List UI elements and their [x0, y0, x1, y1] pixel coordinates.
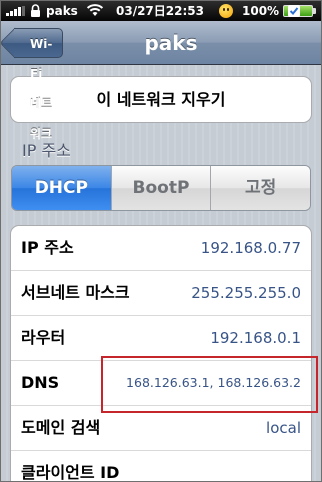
router-value: 192.168.0.1 — [210, 329, 301, 347]
carrier-name: paks — [46, 4, 78, 18]
status-time: 03/27日22:53 — [116, 4, 204, 18]
client-id-label: 클라이언트 ID — [21, 463, 120, 482]
signal-strength-icon — [6, 6, 26, 16]
ip-mode-segmented-control: DHCP BootP 고정 — [11, 165, 311, 211]
row-subnet-mask: 서브네트 마스크 255.255.255.0 — [11, 271, 311, 316]
segment-static[interactable]: 고정 — [210, 166, 310, 210]
search-domains-label: 도메인 검색 — [21, 418, 101, 437]
ip-details-table: IP 주소 192.168.0.77 서브네트 마스크 255.255.255.… — [10, 225, 312, 482]
row-ip-address: IP 주소 192.168.0.77 — [11, 226, 311, 271]
row-router: 라우터 192.168.0.1 — [11, 316, 311, 361]
battery-tip — [313, 8, 316, 14]
lock-icon — [31, 4, 40, 17]
router-label: 라우터 — [21, 328, 66, 347]
subnet-mask-label: 서브네트 마스크 — [21, 283, 130, 302]
forget-network-button[interactable]: 이 네트워크 지우기 — [10, 76, 312, 123]
dns-label: DNS — [21, 373, 60, 392]
battery-percentage: 100% — [242, 4, 280, 18]
ip-address-label: IP 주소 — [21, 238, 74, 257]
screen: paks 03/27日22:53 100% paks Wi-Fi 네트워크 이 … — [0, 0, 322, 482]
segment-bootp[interactable]: BootP — [110, 166, 211, 210]
checkbox-icon — [288, 5, 300, 17]
smiley-emoji-icon — [219, 4, 233, 18]
segment-dhcp[interactable]: DHCP — [12, 166, 111, 210]
wifi-icon — [86, 4, 104, 16]
row-client-id: 클라이언트 ID — [11, 451, 311, 482]
ip-address-value: 192.168.0.77 — [200, 239, 301, 257]
subnet-mask-value: 255.255.255.0 — [191, 284, 301, 302]
navigation-bar: paks Wi-Fi 네트워크 — [1, 21, 321, 141]
back-button[interactable]: Wi-Fi 네트워크 — [14, 28, 64, 141]
dns-highlight-annotation — [101, 356, 318, 413]
status-bar: paks 03/27日22:53 100% — [1, 1, 321, 21]
